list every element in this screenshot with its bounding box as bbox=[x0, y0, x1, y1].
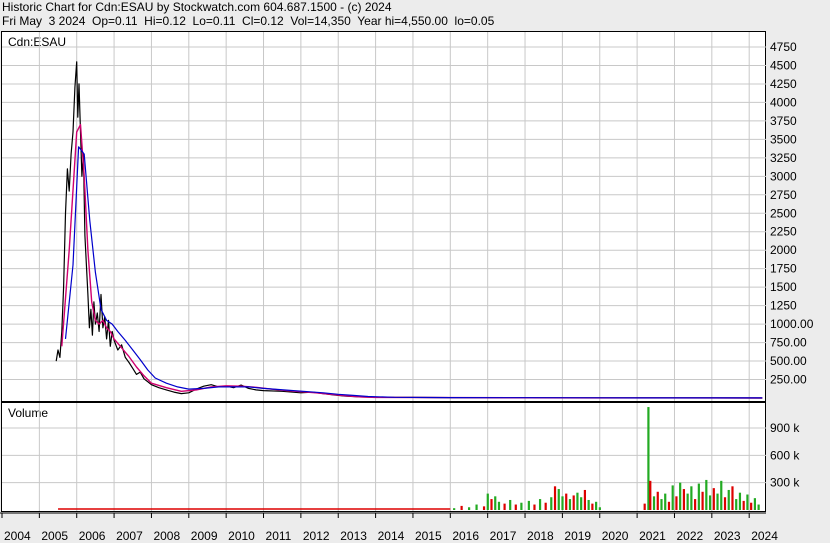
x-tick-label: 2017 bbox=[490, 529, 517, 543]
x-tick-label: 2007 bbox=[116, 529, 143, 543]
x-tick-label: 2015 bbox=[415, 529, 442, 543]
price-tick-label: 2500 bbox=[770, 206, 797, 220]
x-tick-label: 2021 bbox=[639, 529, 666, 543]
x-tick-label: 2018 bbox=[527, 529, 554, 543]
price-tick-label: 2250 bbox=[770, 225, 797, 239]
price-tick-label: 3000 bbox=[770, 169, 797, 183]
price-tick-label: 4000 bbox=[770, 95, 797, 109]
x-tick-label: 2023 bbox=[714, 529, 741, 543]
x-tick-label: 2006 bbox=[79, 529, 106, 543]
x-tick-label: 2024 bbox=[751, 529, 778, 543]
x-tick-label: 2019 bbox=[564, 529, 591, 543]
x-tick-label: 2008 bbox=[153, 529, 180, 543]
price-panel: Cdn:ESAU bbox=[1, 31, 766, 402]
header-line-2: Fri May 3 2024 Op=0.11 Hi=0.12 Lo=0.11 C… bbox=[2, 14, 495, 28]
price-panel-title: Cdn:ESAU bbox=[8, 35, 67, 49]
header-line-1: Historic Chart for Cdn:ESAU by Stockwatc… bbox=[2, 0, 392, 14]
price-tick-label: 4250 bbox=[770, 77, 797, 91]
volume-tick-label: 600 k bbox=[770, 448, 800, 462]
price-tick-label: 3750 bbox=[770, 114, 797, 128]
x-tick-label: 2010 bbox=[228, 529, 255, 543]
x-tick-label: 2012 bbox=[303, 529, 330, 543]
x-tick-label: 2004 bbox=[4, 529, 31, 543]
price-tick-label: 2750 bbox=[770, 188, 797, 202]
x-tick-label: 2022 bbox=[676, 529, 703, 543]
x-tick-label: 2009 bbox=[191, 529, 218, 543]
x-tick-label: 2011 bbox=[266, 529, 292, 543]
price-tick-label: 3500 bbox=[770, 132, 797, 146]
price-tick-label: 1750 bbox=[770, 262, 797, 276]
x-tick-label: 2014 bbox=[378, 529, 405, 543]
price-tick-label: 1250 bbox=[770, 299, 797, 313]
price-tick-label: 3250 bbox=[770, 151, 797, 165]
price-tick-label: 4500 bbox=[770, 58, 797, 72]
volume-panel-title: Volume bbox=[8, 406, 49, 420]
volume-tick-label: 900 k bbox=[770, 421, 800, 435]
x-tick-label: 2013 bbox=[340, 529, 367, 543]
x-tick-label: 2005 bbox=[41, 529, 68, 543]
volume-tick-label: 300 k bbox=[770, 476, 800, 490]
x-tick-label: 2016 bbox=[452, 529, 479, 543]
price-tick-label: 4750 bbox=[770, 40, 797, 54]
price-tick-label: 500.00 bbox=[770, 354, 807, 368]
x-tick-label: 2020 bbox=[602, 529, 629, 543]
price-tick-label: 1000.00 bbox=[770, 317, 814, 331]
price-tick-label: 250.00 bbox=[770, 373, 807, 387]
volume-panel: Volume bbox=[1, 402, 766, 512]
price-tick-label: 750.00 bbox=[770, 336, 807, 350]
price-tick-label: 2000 bbox=[770, 243, 797, 257]
price-tick-label: 1500 bbox=[770, 280, 797, 294]
